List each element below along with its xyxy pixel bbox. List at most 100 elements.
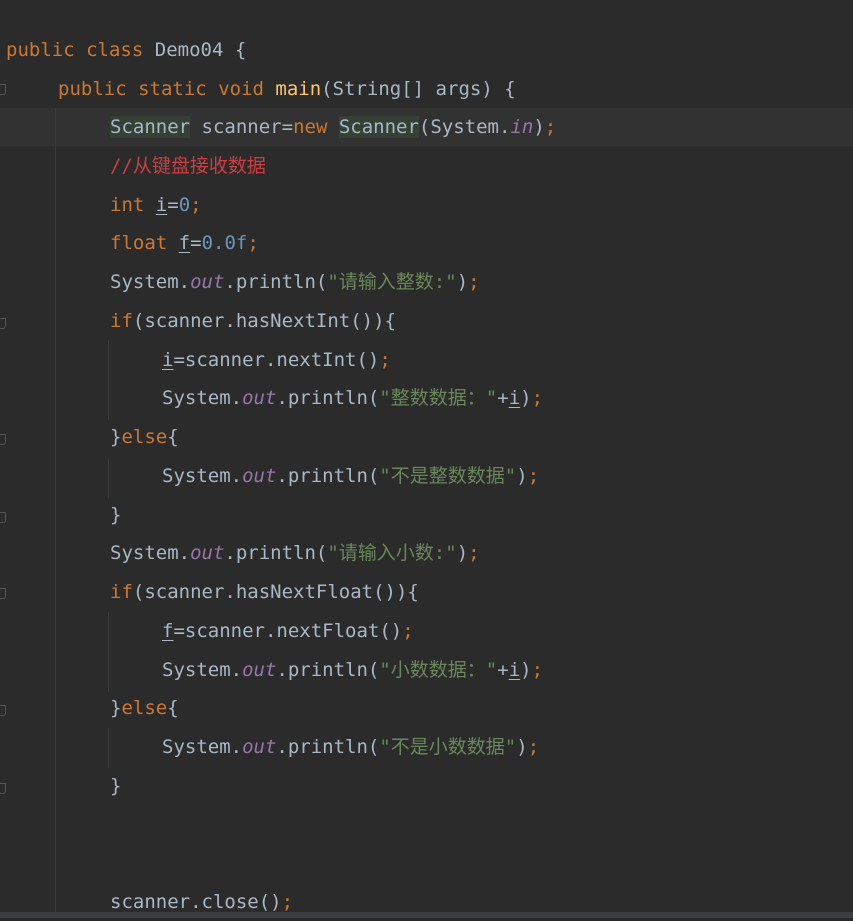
string-literal: "不是小数数据"	[379, 736, 517, 758]
brace: {	[167, 697, 179, 719]
fold-marker-icon[interactable]	[0, 318, 6, 329]
semicolon: ;	[402, 620, 414, 642]
method-call: .println(	[224, 271, 328, 293]
keyword: if	[110, 581, 133, 603]
code-line-18[interactable]: }else{	[110, 689, 179, 727]
comment: //从键盘接收数据	[110, 155, 266, 177]
method-call: .println(	[276, 736, 380, 758]
indent-guide	[108, 340, 109, 420]
keyword: int	[110, 194, 145, 216]
code-line-11[interactable]: }else{	[110, 418, 179, 456]
code-line-13[interactable]: }	[110, 496, 121, 534]
static-field: out	[242, 659, 277, 681]
code-editor[interactable]: public class Demo04 { public static void…	[0, 0, 853, 918]
indent-guide	[108, 612, 109, 692]
condition: (scanner.hasNextInt()){	[132, 310, 396, 332]
code-line-6[interactable]: float f=0.0f;	[110, 224, 259, 262]
keyword: class	[86, 39, 144, 61]
indent-guide	[108, 728, 109, 768]
method-call: .println(	[224, 542, 328, 564]
object: System.	[162, 387, 243, 409]
semicolon: ;	[281, 891, 294, 913]
code-line-3[interactable]: Scanner scanner=new Scanner(System.in);	[110, 108, 556, 146]
params: (String[] args)	[321, 78, 493, 100]
variable: i	[508, 659, 521, 681]
code-line-1[interactable]: public class Demo04 {	[6, 31, 246, 69]
brace: }	[110, 775, 122, 797]
fold-marker-icon[interactable]	[0, 434, 6, 445]
statement: scanner.close()	[110, 891, 282, 913]
code-line-5[interactable]: int i=0;	[110, 186, 202, 224]
paren: )	[456, 542, 469, 564]
variable: scanner	[201, 116, 282, 138]
code-line-16[interactable]: f=scanner.nextFloat();	[162, 612, 414, 650]
static-field: out	[190, 271, 225, 293]
code-line-4[interactable]: //从键盘接收数据	[110, 147, 266, 185]
operator: =	[167, 194, 179, 216]
fold-marker-icon[interactable]	[0, 84, 6, 95]
semicolon: ;	[531, 387, 544, 409]
brace: }	[110, 504, 122, 526]
static-field: out	[242, 736, 277, 758]
constructor-name: Scanner	[338, 116, 419, 138]
code-line-8[interactable]: if(scanner.hasNextInt()){	[110, 302, 396, 340]
paren: )	[533, 116, 545, 138]
semicolon: ;	[247, 232, 259, 254]
type-name: Scanner	[110, 116, 191, 138]
semicolon: ;	[468, 542, 480, 564]
semicolon: ;	[527, 465, 540, 487]
brace: {	[167, 426, 179, 448]
brace: }	[110, 426, 122, 448]
code-line-9[interactable]: i=scanner.nextInt();	[162, 341, 391, 379]
variable: f	[162, 620, 174, 642]
number: 0	[178, 194, 191, 216]
brace: {	[504, 78, 516, 100]
argument: (System.	[418, 116, 511, 138]
semicolon: ;	[544, 116, 557, 138]
fold-marker-icon[interactable]	[0, 588, 6, 599]
code-line-19[interactable]: System.out.println("不是小数数据");	[162, 728, 539, 766]
code-line-2[interactable]: public static void main(String[] args) {	[58, 70, 516, 108]
indent-guide	[55, 108, 56, 918]
class-name: Demo04	[154, 39, 224, 61]
code-line-17[interactable]: System.out.println("小数数据："+i);	[162, 651, 543, 689]
code-line-20[interactable]: }	[110, 767, 121, 805]
variable: i	[155, 194, 168, 216]
object: System.	[110, 271, 191, 293]
code-line-12[interactable]: System.out.println("不是整数数据");	[162, 457, 539, 495]
semicolon: ;	[190, 194, 202, 216]
variable: i	[162, 349, 174, 371]
paren: )	[520, 387, 532, 409]
object: System.	[162, 736, 243, 758]
paren: )	[516, 465, 528, 487]
keyword: else	[121, 426, 168, 448]
number: 0.0f	[201, 232, 248, 254]
condition: (scanner.hasNextFloat()){	[132, 581, 419, 603]
fold-marker-icon[interactable]	[0, 512, 6, 523]
semicolon: ;	[468, 271, 480, 293]
brace: {	[234, 39, 247, 61]
semicolon: ;	[531, 659, 544, 681]
keyword: float	[110, 232, 168, 254]
method-call: .println(	[276, 465, 380, 487]
string-literal: "不是整数数据"	[379, 465, 517, 487]
method-call: .println(	[276, 659, 380, 681]
object: System.	[110, 542, 191, 564]
operator: =	[190, 232, 202, 254]
semicolon: ;	[527, 736, 540, 758]
fold-marker-icon[interactable]	[0, 705, 6, 716]
statement: =scanner.nextFloat()	[173, 620, 403, 642]
paren: )	[516, 736, 528, 758]
fold-marker-icon[interactable]	[0, 783, 6, 794]
string-literal: "请输入整数:"	[327, 271, 457, 293]
horizontal-scrollbar[interactable]	[0, 912, 853, 918]
keyword: void	[218, 78, 264, 100]
code-line-10[interactable]: System.out.println("整数数据："+i);	[162, 379, 543, 417]
static-field: in	[510, 116, 534, 138]
code-line-14[interactable]: System.out.println("请输入小数:");	[110, 534, 480, 572]
brace: }	[110, 697, 122, 719]
code-line-7[interactable]: System.out.println("请输入整数:");	[110, 263, 480, 301]
code-line-15[interactable]: if(scanner.hasNextFloat()){	[110, 573, 419, 611]
keyword: else	[121, 697, 168, 719]
keyword: new	[293, 116, 328, 138]
